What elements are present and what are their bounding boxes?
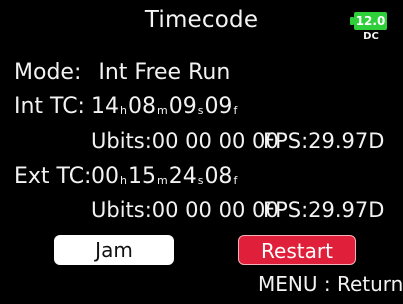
- minutes-unit: m: [156, 104, 168, 117]
- int-ubits: Ubits:00 00 00 00: [91, 129, 279, 153]
- ext-tc-label: Ext TC:: [14, 164, 92, 189]
- int-tc-label: Int TC:: [14, 94, 85, 119]
- int-tc-minutes: 08: [127, 94, 156, 119]
- ext-tc-hours: 00: [91, 164, 119, 189]
- hours-unit: h: [120, 104, 127, 117]
- mode-row[interactable]: Mode: Int Free Run: [14, 60, 230, 85]
- ext-tc-minutes: 15: [127, 164, 156, 189]
- timecode-screen: Timecode 12.0 DC Mode: Int Free Run Int …: [0, 0, 403, 304]
- frames-unit: f: [233, 104, 238, 117]
- jam-button[interactable]: Jam: [54, 235, 174, 265]
- battery-level: 12.0: [354, 12, 387, 30]
- ext-fps: FPS:29.97D: [263, 198, 385, 222]
- ext-tc-value: 00h15m24s08f: [91, 164, 238, 189]
- ext-tc-seconds: 24: [168, 164, 197, 189]
- page-title: Timecode: [144, 7, 259, 33]
- hours-unit: h: [120, 174, 127, 187]
- mode-value: Int Free Run: [98, 60, 231, 85]
- int-tc-hours: 14: [91, 94, 119, 119]
- int-tc-frames: 09: [204, 94, 233, 119]
- seconds-unit: s: [197, 104, 204, 117]
- int-tc-value: 14h08m09s09f: [91, 94, 238, 119]
- power-source-label: DC: [363, 31, 379, 42]
- int-tc-seconds: 09: [168, 94, 197, 119]
- seconds-unit: s: [197, 174, 204, 187]
- restart-button[interactable]: Restart: [238, 235, 356, 265]
- minutes-unit: m: [156, 174, 168, 187]
- int-fps: FPS:29.97D: [263, 129, 385, 153]
- battery-indicator: 12.0 DC: [350, 11, 390, 45]
- mode-label: Mode:: [14, 60, 82, 85]
- ext-tc-frames: 08: [204, 164, 233, 189]
- ext-ubits: Ubits:00 00 00 00: [91, 198, 279, 222]
- frames-unit: f: [233, 174, 238, 187]
- menu-return-hint: MENU : Return: [258, 272, 403, 296]
